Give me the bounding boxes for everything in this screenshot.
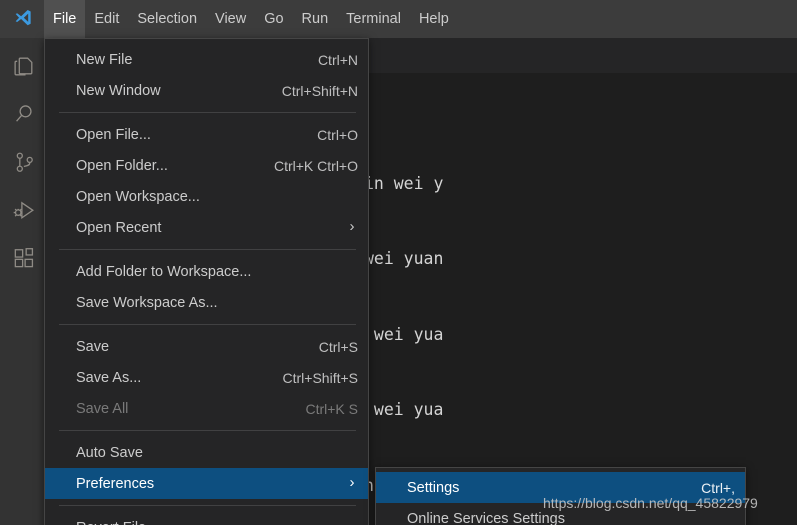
run-and-debug-icon — [12, 198, 37, 223]
menubar-label: Edit — [94, 11, 120, 27]
menu-item-add-folder-to-workspace[interactable]: Add Folder to Workspace... — [45, 256, 368, 287]
menubar-label: Terminal — [346, 11, 401, 27]
source-control-branch-icon — [12, 150, 37, 175]
sidebar-item-search[interactable] — [0, 90, 48, 138]
menu-item-label: New Window — [76, 82, 161, 99]
menu-item-label: Preferences — [76, 475, 155, 492]
menu-item-new-window[interactable]: New Window Ctrl+Shift+N — [45, 75, 368, 106]
file-menu-dropdown: New File Ctrl+N New Window Ctrl+Shift+N … — [44, 38, 369, 525]
sidebar-item-extensions[interactable] — [0, 234, 48, 282]
menu-item-shortcut: Ctrl+K Ctrl+O — [273, 157, 358, 174]
menu-separator — [59, 430, 356, 431]
menubar-item-go[interactable]: Go — [255, 0, 292, 38]
menu-item-save-workspace-as[interactable]: Save Workspace As... — [45, 287, 368, 318]
menu-item-open-folder[interactable]: Open Folder... Ctrl+K Ctrl+O — [45, 150, 368, 181]
menubar-label: Help — [418, 11, 449, 27]
menu-item-shortcut: Ctrl+O — [317, 126, 358, 143]
watermark-url: https://blog.csdn.net/qq_45822979 — [543, 495, 758, 511]
menu-item-save-all: Save All Ctrl+K S — [45, 393, 368, 424]
sidebar-item-source-control[interactable] — [0, 138, 48, 186]
menu-item-label: Save All — [76, 400, 129, 417]
menubar-label: View — [215, 11, 247, 27]
menu-item-shortcut: Ctrl+, — [701, 479, 735, 496]
menubar-item-run[interactable]: Run — [293, 0, 338, 38]
menu-separator — [59, 505, 356, 506]
search-icon — [12, 102, 37, 127]
menubar-item-help[interactable]: Help — [410, 0, 458, 38]
chevron-right-icon: › — [349, 474, 355, 491]
menu-item-label: Open Recent — [76, 219, 162, 236]
menu-item-save-as[interactable]: Save As... Ctrl+Shift+S — [45, 362, 368, 393]
menu-item-auto-save[interactable]: Auto Save — [45, 437, 368, 468]
menu-bar: File Edit Selection View Go Run Terminal… — [44, 0, 458, 38]
extensions-blocks-icon — [12, 246, 37, 271]
menubar-label: File — [53, 11, 77, 27]
menu-separator — [59, 249, 356, 250]
menu-item-label: Online Services Settings — [407, 510, 565, 525]
menu-item-revert-file[interactable]: Revert File — [45, 512, 368, 525]
menu-item-label: Open Folder... — [76, 157, 168, 174]
activity-bar — [0, 38, 48, 525]
menu-item-label: Settings — [407, 479, 460, 496]
menu-item-new-file[interactable]: New File Ctrl+N — [45, 44, 368, 75]
menu-separator — [59, 324, 356, 325]
menubar-label: Go — [264, 11, 284, 27]
menu-item-label: Open File... — [76, 126, 151, 143]
menu-item-open-recent[interactable]: Open Recent › — [45, 212, 368, 243]
chevron-right-icon: › — [349, 218, 355, 235]
menubar-label: Selection — [137, 11, 198, 27]
vscode-window: File Edit Selection View Go Run Terminal… — [0, 0, 797, 525]
menubar-item-terminal[interactable]: Terminal — [337, 0, 410, 38]
menu-item-shortcut: Ctrl+K S — [305, 400, 358, 417]
menu-item-shortcut: Ctrl+S — [318, 338, 358, 355]
menu-item-shortcut: Ctrl+Shift+S — [282, 369, 358, 386]
menu-item-save[interactable]: Save Ctrl+S — [45, 331, 368, 362]
menu-item-label: Save Workspace As... — [76, 294, 218, 311]
menu-item-label: Revert File — [76, 520, 358, 525]
menubar-item-view[interactable]: View — [206, 0, 255, 38]
title-bar: File Edit Selection View Go Run Terminal… — [0, 0, 797, 38]
menu-item-shortcut: Ctrl+N — [317, 51, 358, 68]
menu-item-label: Save As... — [76, 369, 142, 386]
menubar-item-edit[interactable]: Edit — [85, 0, 128, 38]
menu-item-label: Auto Save — [76, 444, 143, 461]
menu-item-preferences[interactable]: Preferences › — [45, 468, 368, 499]
menu-item-label: Save — [76, 338, 110, 355]
menu-item-open-workspace[interactable]: Open Workspace... — [45, 181, 368, 212]
menu-item-shortcut: Ctrl+Shift+N — [281, 82, 358, 99]
menubar-label: Run — [301, 11, 329, 27]
vscode-logo-icon — [0, 0, 44, 38]
sidebar-item-run-debug[interactable] — [0, 186, 48, 234]
menu-item-label: New File — [76, 51, 133, 68]
menu-separator — [59, 112, 356, 113]
sidebar-item-explorer[interactable] — [0, 42, 48, 90]
menu-item-open-file[interactable]: Open File... Ctrl+O — [45, 119, 368, 150]
menubar-item-file[interactable]: File — [44, 0, 86, 38]
menubar-item-selection[interactable]: Selection — [128, 0, 206, 38]
menu-item-label: Add Folder to Workspace... — [76, 263, 252, 280]
explorer-files-icon — [12, 54, 37, 79]
menu-item-label: Open Workspace... — [76, 188, 200, 205]
